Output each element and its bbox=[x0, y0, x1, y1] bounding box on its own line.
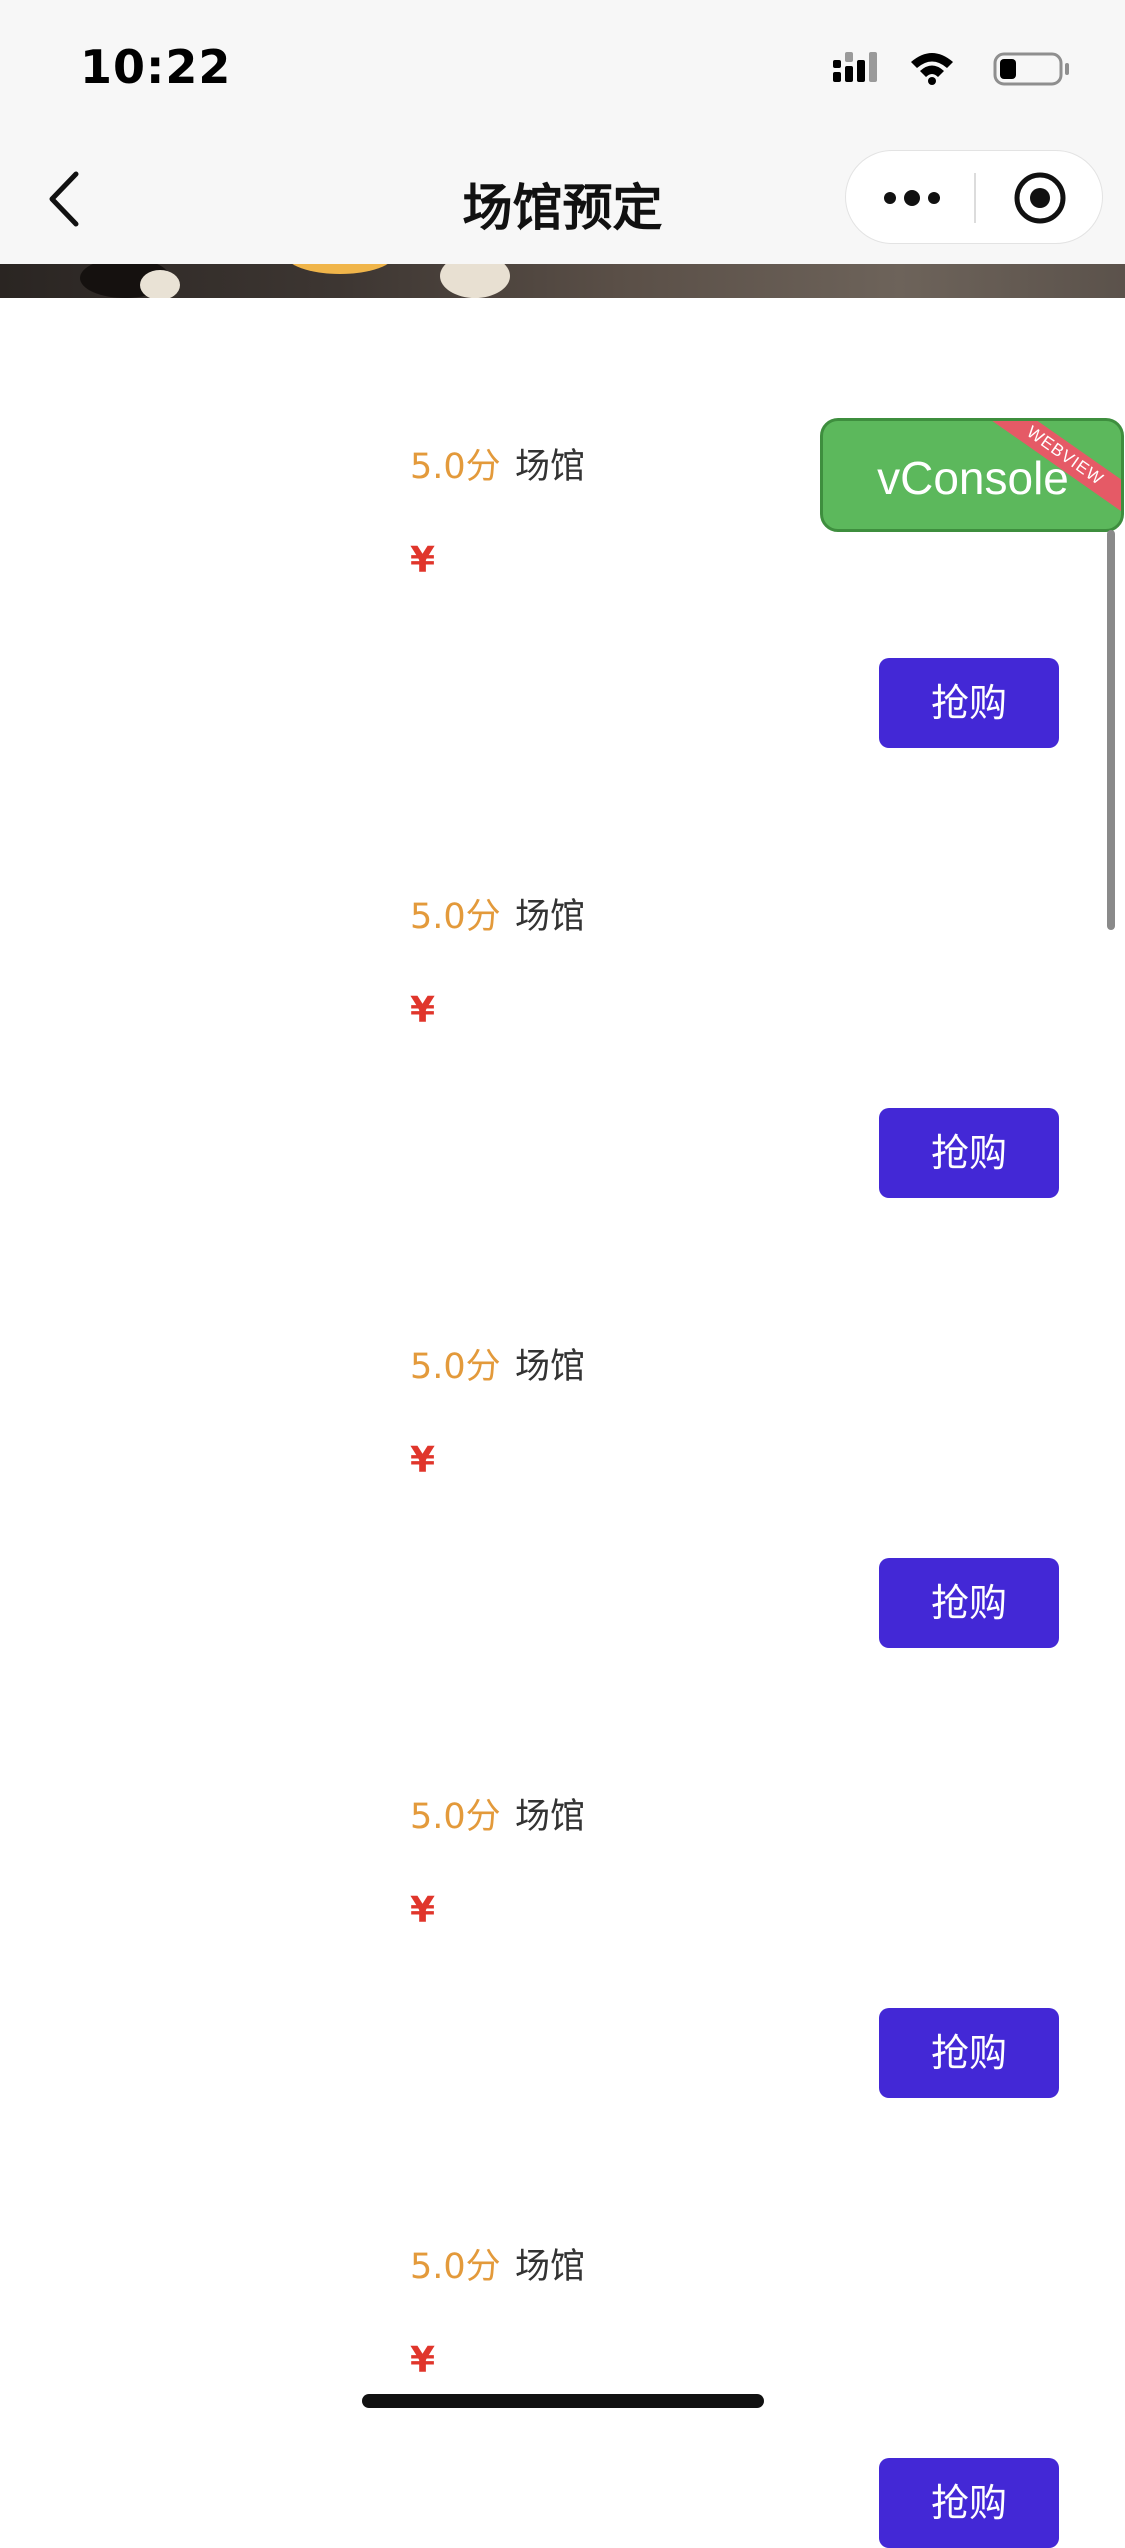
venue-list: 5.0分 场馆 ¥ 抢购 5.0分 场馆 ¥ 抢购 5.0分 场馆 ¥ 抢购 5… bbox=[0, 298, 1125, 2548]
buy-button[interactable]: 抢购 bbox=[879, 1108, 1059, 1198]
venue-card: 5.0分 场馆 ¥ 抢购 bbox=[0, 1198, 1125, 1648]
venue-price: ¥ bbox=[410, 990, 436, 1031]
venue-price: ¥ bbox=[410, 1890, 436, 1931]
buy-button[interactable]: 抢购 bbox=[879, 2458, 1059, 2548]
venue-price: ¥ bbox=[410, 2340, 436, 2381]
navigation-bar: 场馆预定 bbox=[0, 134, 1125, 264]
status-icons bbox=[833, 52, 1069, 86]
venue-name: 场馆 bbox=[515, 1347, 586, 1387]
more-dots-icon[interactable] bbox=[882, 181, 942, 215]
venue-name: 场馆 bbox=[515, 2247, 586, 2287]
venue-rating: 5.0分 bbox=[410, 1347, 501, 1387]
venue-price: ¥ bbox=[410, 540, 436, 581]
status-time: 10:22 bbox=[80, 40, 232, 94]
mini-program-capsule bbox=[845, 150, 1103, 244]
venue-rating: 5.0分 bbox=[410, 2247, 501, 2287]
wifi-icon bbox=[911, 53, 953, 85]
cellular-signal-icon bbox=[833, 52, 877, 82]
venue-card: 5.0分 场馆 ¥ 抢购 bbox=[0, 2098, 1125, 2548]
venue-card: 5.0分 场馆 ¥ 抢购 bbox=[0, 748, 1125, 1198]
venue-name: 场馆 bbox=[515, 447, 586, 487]
buy-button[interactable]: 抢购 bbox=[879, 658, 1059, 748]
scrollbar[interactable] bbox=[1107, 530, 1115, 930]
status-bar: 10:22 bbox=[0, 0, 1125, 134]
buy-button[interactable]: 抢购 bbox=[879, 1558, 1059, 1648]
venue-name: 场馆 bbox=[515, 897, 586, 937]
buy-button[interactable]: 抢购 bbox=[879, 2008, 1059, 2098]
venue-rating: 5.0分 bbox=[410, 447, 501, 487]
banner-image bbox=[0, 264, 1125, 298]
vconsole-button[interactable]: vConsole WEBVIEW bbox=[820, 418, 1124, 532]
venue-rating: 5.0分 bbox=[410, 1797, 501, 1837]
battery-icon bbox=[993, 52, 1069, 86]
capsule-divider bbox=[974, 173, 976, 223]
venue-rating: 5.0分 bbox=[410, 897, 501, 937]
venue-card: 5.0分 场馆 ¥ 抢购 bbox=[0, 1648, 1125, 2098]
target-circle-icon[interactable] bbox=[1012, 170, 1068, 226]
venue-price: ¥ bbox=[410, 1440, 436, 1481]
home-indicator[interactable] bbox=[362, 2394, 764, 2408]
venue-name: 场馆 bbox=[515, 1797, 586, 1837]
